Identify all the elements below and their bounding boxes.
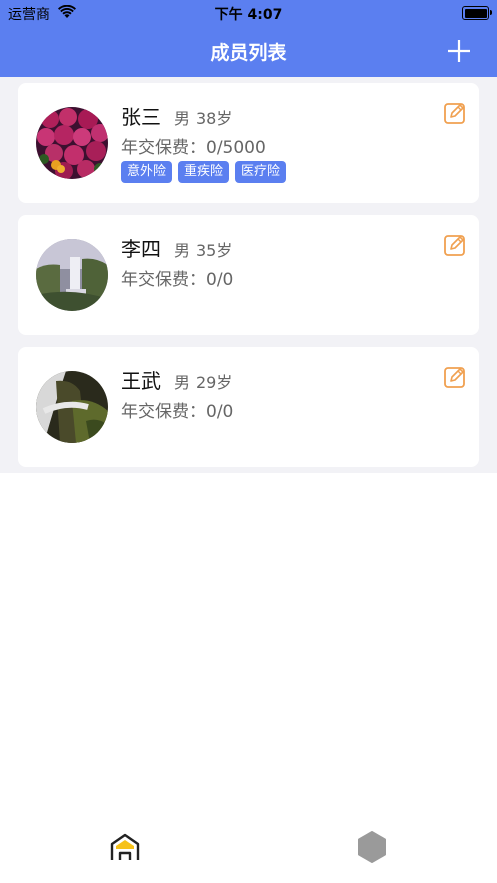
member-card[interactable]: 王武 男 29岁 年交保费：0/0 [18,347,479,467]
avatar-flowers [36,107,108,179]
status-time: 下午 4:07 [214,7,283,23]
nav-bar: 成员列表 [0,26,497,77]
battery-icon [462,6,492,20]
premium-label: 年交保费： [121,270,206,290]
avatar-waterfall [36,239,108,311]
member-premium: 年交保费：0/0 [121,397,233,422]
edit-icon[interactable] [443,101,467,125]
edit-icon[interactable] [443,233,467,257]
tag-accident: 意外险 [121,161,173,183]
premium-label: 年交保费： [121,138,206,158]
member-gender: 男 [174,241,191,260]
member-name: 王武 [121,369,161,393]
member-premium: 年交保费：0/0 [121,265,233,290]
member-card[interactable]: 张三 男 38岁 年交保费：0/5000 意外险 重疾险 医疗险 [18,83,479,203]
avatar-stream [36,371,108,443]
member-gender: 男 [174,109,191,128]
member-age: 38岁 [196,109,233,128]
hexagon-icon[interactable] [356,830,388,864]
member-name: 李四 [121,237,161,261]
member-gender: 男 [174,373,191,392]
member-name: 张三 [121,105,161,129]
tab-bar [0,820,497,883]
edit-icon[interactable] [443,365,467,389]
premium-value: 0/5000 [206,138,266,158]
member-age: 35岁 [196,241,233,260]
member-age: 29岁 [196,373,233,392]
member-premium: 年交保费：0/5000 [121,133,266,158]
premium-label: 年交保费： [121,402,206,422]
page-title: 成员列表 [210,42,287,64]
home-icon[interactable] [109,832,141,862]
insurance-tags: 意外险 重疾险 医疗险 [121,161,287,183]
premium-value: 0/0 [206,402,234,422]
tag-medical: 医疗险 [235,161,287,183]
status-bar: 运营商 下午 4:07 [0,0,497,26]
tag-critical-illness: 重疾险 [178,161,230,183]
premium-value: 0/0 [206,270,234,290]
add-icon[interactable] [447,39,471,63]
member-card[interactable]: 李四 男 35岁 年交保费：0/0 [18,215,479,335]
member-list: 张三 男 38岁 年交保费：0/5000 意外险 重疾险 医疗险 李四 男 35… [0,77,497,473]
